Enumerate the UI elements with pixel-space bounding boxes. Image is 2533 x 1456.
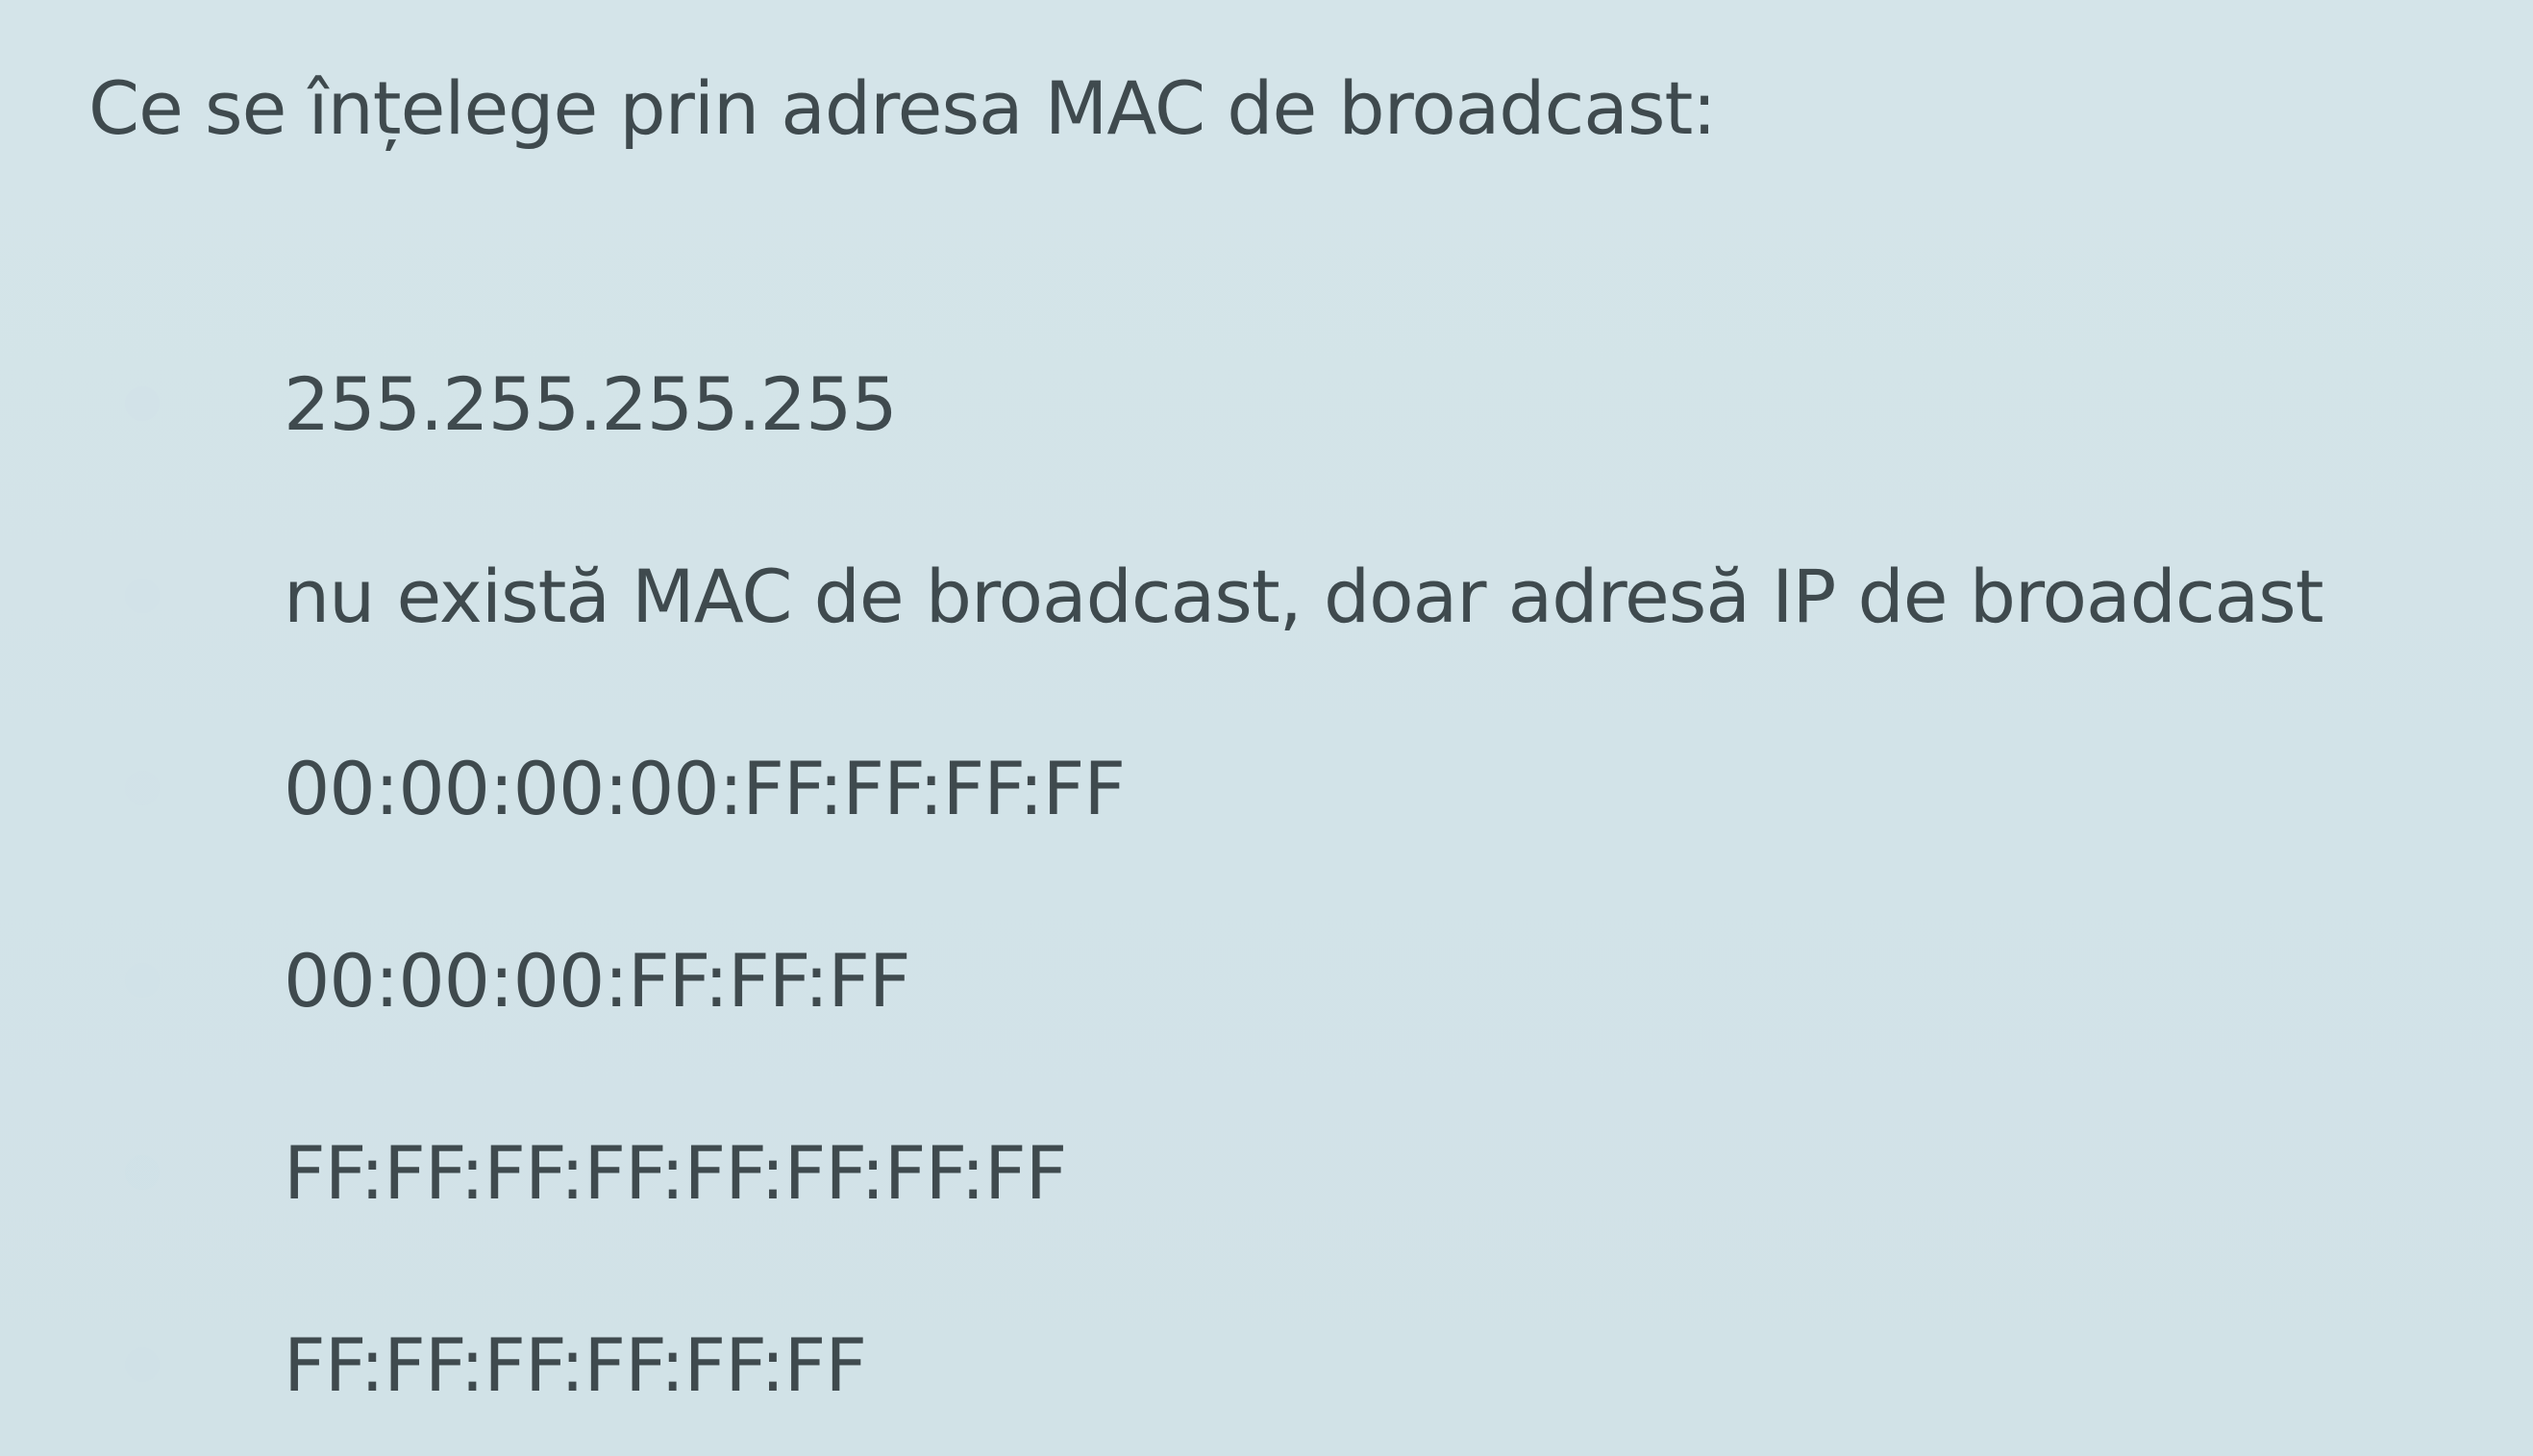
answer-label: 00:00:00:00:FF:FF:FF:FF <box>284 745 1126 831</box>
answer-list: 255.255.255.255 nu există MAC de broadca… <box>125 308 2324 1456</box>
radio-circle-icon[interactable] <box>125 579 160 613</box>
answer-option-6[interactable]: FF:FF:FF:FF:FF:FF <box>125 1269 2323 1456</box>
answer-label: 00:00:00:FF:FF:FF <box>284 937 911 1024</box>
answer-label: FF:FF:FF:FF:FF:FF:FF:FF <box>284 1129 1067 1216</box>
radio-circle-icon[interactable] <box>125 386 160 421</box>
answer-option-3[interactable]: 00:00:00:00:FF:FF:FF:FF <box>125 692 2323 884</box>
radio-circle-icon[interactable] <box>125 1347 160 1382</box>
answer-option-4[interactable]: 00:00:00:FF:FF:FF <box>125 884 2323 1076</box>
radio-circle-icon[interactable] <box>125 963 160 998</box>
answer-label: nu există MAC de broadcast, doar adresă … <box>284 553 2324 639</box>
answer-label: 255.255.255.255 <box>284 360 898 447</box>
question-text: Ce se înțelege prin adresa MAC de broadc… <box>88 65 1717 151</box>
radio-circle-icon[interactable] <box>125 1155 160 1190</box>
answer-option-2[interactable]: nu există MAC de broadcast, doar adresă … <box>125 500 2324 692</box>
answer-option-5[interactable]: FF:FF:FF:FF:FF:FF:FF:FF <box>125 1076 2323 1269</box>
quiz-question-panel: Ce se înțelege prin adresa MAC de broadc… <box>0 0 2533 1456</box>
answer-option-1[interactable]: 255.255.255.255 <box>125 308 2323 500</box>
radio-circle-icon[interactable] <box>125 771 160 805</box>
answer-label: FF:FF:FF:FF:FF:FF <box>284 1321 867 1408</box>
